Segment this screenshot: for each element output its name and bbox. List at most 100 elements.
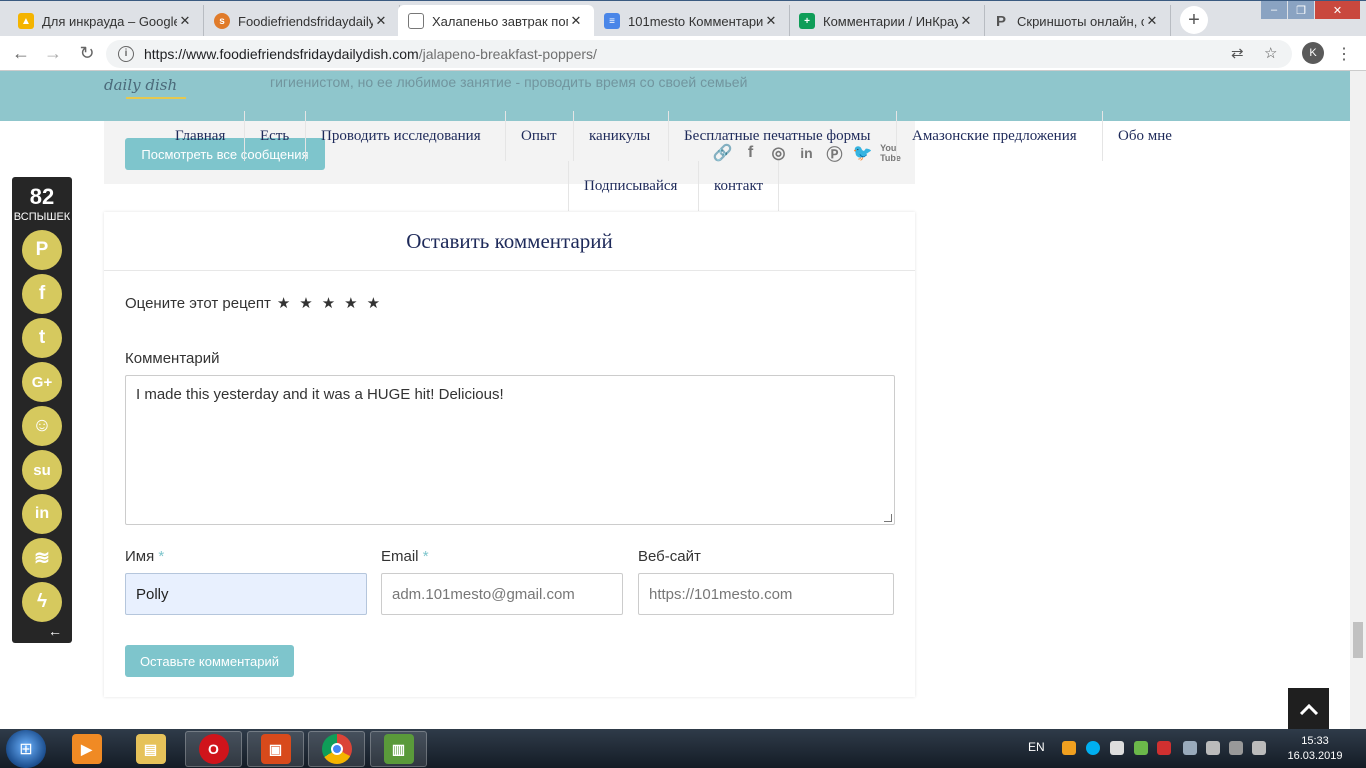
tab-title: 101mesto Комментари — [628, 13, 763, 29]
windows-taskbar: ⊞ ▶ ▤ O ▣ ▥ EN 15:33 16.03.2019 — [0, 729, 1366, 768]
email-label: Email * — [381, 548, 429, 565]
chrome-icon — [321, 734, 352, 764]
translate-icon[interactable]: ⇄ — [1231, 44, 1244, 62]
app-icon: ▥ — [383, 734, 414, 764]
volume-icon[interactable] — [1206, 741, 1220, 755]
url-host: https://www.foodiefriendsfridaydailydish… — [144, 46, 419, 62]
comment-label: Комментарий — [125, 350, 220, 367]
skype-icon[interactable] — [1086, 741, 1100, 755]
flash-icon[interactable]: ϟ — [22, 582, 62, 622]
tab-google-sheets[interactable]: + Комментарии / ИнКрау ✕ — [789, 5, 985, 37]
rating-stars[interactable]: ★★★★★ — [277, 294, 389, 312]
forward-button[interactable]: → — [42, 42, 64, 64]
close-icon[interactable]: ✕ — [568, 13, 584, 29]
name-field[interactable]: Polly — [125, 573, 367, 615]
collapse-arrow-icon[interactable]: ← — [48, 623, 62, 639]
close-icon[interactable]: ✕ — [177, 13, 193, 29]
required-mark: * — [158, 548, 165, 565]
tab-jalapeno-active[interactable]: Халапеньо завтрак поп ✕ — [398, 5, 594, 37]
facebook-icon[interactable]: f — [22, 274, 62, 314]
network-icon[interactable] — [1183, 741, 1197, 755]
profile-avatar[interactable]: K — [1302, 42, 1324, 64]
email-field[interactable]: adm.101mesto@gmail.com — [381, 573, 623, 615]
taskbar-app[interactable]: ▥ — [370, 731, 427, 767]
comment-form-title: Оставить комментарий — [104, 212, 915, 271]
chevron-up-icon — [1299, 703, 1318, 715]
twitter-icon[interactable]: t — [22, 318, 62, 358]
comment-form-card: Оставить комментарий Оцените этот рецепт… — [104, 212, 915, 697]
google-plus-icon[interactable]: G+ — [22, 362, 62, 402]
submit-comment-button[interactable]: Оставьте комментарий — [125, 645, 294, 677]
minimize-button[interactable]: ‒ — [1261, 1, 1287, 19]
name-label: Имя * — [125, 548, 164, 565]
bookmark-star-icon[interactable]: ☆ — [1264, 44, 1277, 62]
action-center-icon[interactable] — [1229, 741, 1243, 755]
page-viewport: daily dish гигиенистом, но ее любимое за… — [0, 71, 1350, 729]
tab-foodiefriends[interactable]: s Foodiefriendsfridaydaily ✕ — [204, 5, 400, 37]
buffer-icon[interactable]: ≋ — [22, 538, 62, 578]
page-scrollbar[interactable] — [1350, 71, 1366, 729]
share-sidebar: 82 ВСПЫШЕК P f t G+ ☺ su in ≋ ϟ ← — [12, 177, 72, 643]
opera-icon: O — [198, 734, 229, 764]
reload-button[interactable]: ↻ — [76, 42, 98, 64]
menu-item-home[interactable]: Главная — [160, 111, 240, 161]
taskbar-explorer[interactable]: ▤ — [122, 731, 179, 767]
tab-screenshots[interactable]: P Скриншоты онлайн, сер ✕ — [983, 5, 1171, 37]
tray-alert-icon[interactable] — [1157, 741, 1171, 755]
site-favicon-icon: s — [214, 13, 230, 29]
website-label: Веб-сайт — [638, 548, 701, 565]
system-clock[interactable]: 15:33 16.03.2019 — [1284, 734, 1346, 764]
maximize-button[interactable]: ❐ — [1288, 1, 1314, 19]
close-window-button[interactable]: ✕ — [1315, 1, 1360, 19]
p-letter-icon: P — [995, 12, 1006, 30]
menu-item-explore[interactable]: Проводить исследования — [305, 111, 496, 161]
menu-item-contact[interactable]: контакт — [698, 161, 780, 211]
back-to-top-button[interactable] — [1288, 688, 1329, 729]
menu-item-eat[interactable]: Есть — [244, 111, 304, 161]
google-sheets-icon: + — [799, 13, 815, 29]
scrollbar-thumb[interactable] — [1353, 622, 1363, 658]
recipe-rating: Оцените этот рецепт ★★★★★ — [125, 294, 389, 313]
close-icon[interactable]: ✕ — [373, 13, 389, 29]
tray-extra-icon[interactable] — [1252, 741, 1266, 755]
taskbar-presentation[interactable]: ▣ — [247, 731, 304, 767]
rating-label: Оцените этот рецепт — [125, 294, 271, 312]
menu-item-printables[interactable]: Бесплатные печатные формы — [668, 111, 885, 161]
email-label-text: Email — [381, 548, 419, 565]
menu-item-about[interactable]: Обо мне — [1102, 111, 1187, 161]
linkedin-icon[interactable]: in — [22, 494, 62, 534]
tab-google-docs[interactable]: ≡ 101mesto Комментари ✕ — [594, 5, 790, 37]
back-button[interactable]: ← — [10, 42, 32, 64]
mail-icon[interactable] — [1110, 741, 1124, 755]
new-tab-button[interactable]: + — [1180, 6, 1208, 34]
close-icon[interactable]: ✕ — [1144, 13, 1160, 29]
menu-item-experience[interactable]: Опыт — [505, 111, 572, 161]
info-icon[interactable]: i — [118, 46, 134, 62]
start-button[interactable]: ⊞ — [6, 730, 46, 768]
address-bar[interactable]: i https://www.foodiefriendsfridaydailydi… — [106, 40, 1292, 68]
site-logo[interactable]: daily dish — [104, 76, 177, 94]
taskbar-opera[interactable]: O — [185, 731, 242, 767]
stumbleupon-icon[interactable]: su — [22, 450, 62, 490]
taskbar-media-player[interactable]: ▶ — [58, 731, 115, 767]
tab-google-drive[interactable]: ▲ Для инкрауда – Google ✕ — [8, 5, 204, 37]
close-icon[interactable]: ✕ — [763, 13, 779, 29]
comment-textarea[interactable]: I made this yesterday and it was a HUGE … — [125, 375, 895, 525]
logo-underline — [126, 97, 186, 99]
close-icon[interactable]: ✕ — [958, 13, 974, 29]
tab-title: Для инкрауда – Google — [42, 13, 177, 29]
resize-handle-icon[interactable] — [884, 514, 892, 522]
tray-app-icon[interactable] — [1062, 741, 1076, 755]
reddit-icon[interactable]: ☺ — [22, 406, 62, 446]
menu-item-amazon-deals[interactable]: Амазонские предложения — [896, 111, 1092, 161]
language-indicator[interactable]: EN — [1028, 740, 1045, 754]
menu-item-holidays[interactable]: каникулы — [573, 111, 665, 161]
website-field[interactable]: https://101mesto.com — [638, 573, 894, 615]
pinterest-icon[interactable]: P — [22, 230, 62, 270]
menu-kebab-icon[interactable]: ⋮ — [1336, 44, 1352, 64]
menu-item-subscribe[interactable]: Подписывайся — [568, 161, 692, 211]
taskbar-chrome[interactable] — [308, 731, 365, 767]
clock-date: 16.03.2019 — [1287, 750, 1343, 762]
tray-update-icon[interactable] — [1134, 741, 1148, 755]
browser-tab-strip: ▲ Для инкрауда – Google ✕ s Foodiefriend… — [0, 0, 1366, 37]
